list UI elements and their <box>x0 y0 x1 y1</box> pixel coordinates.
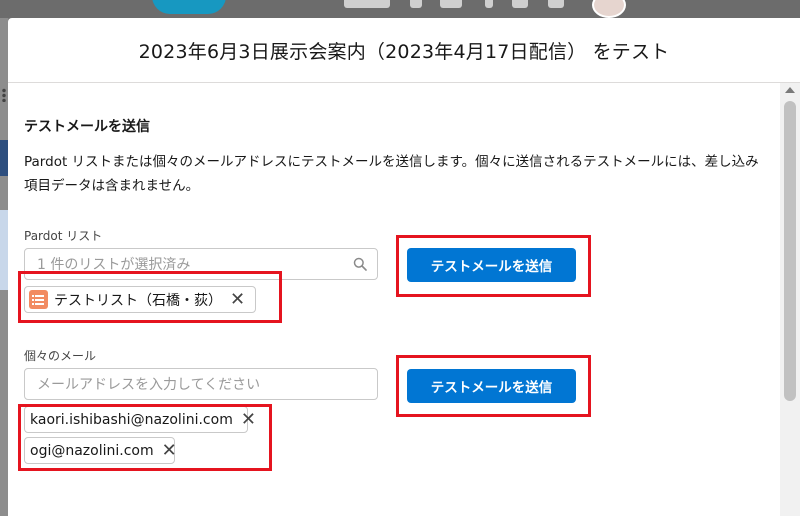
background-header-icon <box>440 0 462 8</box>
individual-email-label: 個々のメール <box>24 349 97 363</box>
background-header-icon <box>512 0 528 8</box>
background-header-icon <box>485 0 493 8</box>
highlight-box <box>396 235 591 297</box>
background-header-icon <box>410 0 422 8</box>
section-title: テストメールを送信 <box>24 119 150 135</box>
highlight-box <box>18 271 282 323</box>
background-header-icon <box>344 0 390 8</box>
section-description: Pardot リストまたは個々のメールアドレスにテストメールを送信します。個々に… <box>24 154 759 194</box>
email-address-input[interactable]: メールアドレスを入力してください <box>24 368 378 400</box>
highlight-box <box>396 355 591 417</box>
email-address-placeholder: メールアドレスを入力してください <box>37 377 261 393</box>
send-test-modal: 2023年6月3日展示会案内（2023年4月17日配信） をテスト テストメール… <box>8 18 800 516</box>
highlight-box <box>18 404 272 471</box>
modal-scrollbar[interactable] <box>780 83 800 516</box>
scrollbar-thumb[interactable] <box>784 101 796 401</box>
search-icon <box>353 257 367 271</box>
app-launcher-icon <box>0 88 8 102</box>
background-header-icon <box>548 0 564 8</box>
modal-header: 2023年6月3日展示会案内（2023年4月17日配信） をテスト <box>8 18 800 83</box>
background-sidebar-item <box>0 140 8 176</box>
modal-body: テストメールを送信 Pardot リストまたは個々のメールアドレスにテストメール… <box>8 83 780 516</box>
background-header <box>0 0 800 18</box>
salesforce-logo <box>152 0 226 14</box>
pardot-list-label: Pardot リスト <box>24 229 103 243</box>
modal-title: 2023年6月3日展示会案内（2023年4月17日配信） をテスト <box>138 40 670 63</box>
scroll-up-arrow-icon[interactable] <box>785 87 795 93</box>
background-sidebar-item <box>0 210 8 290</box>
